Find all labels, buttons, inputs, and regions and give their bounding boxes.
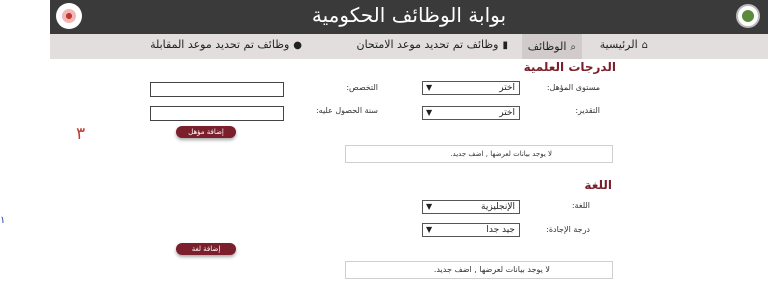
header-bar: بوابة الوظائف الحكومية [50, 0, 768, 34]
nav-interview-jobs[interactable]: ●وظائف تم تحديد موعد المقابلة [150, 38, 302, 51]
annotation-number-three: ٣ [76, 124, 86, 144]
nav-jobs[interactable]: ⌕الوظائف [521, 34, 582, 59]
nav-exam-jobs-label: وظائف تم تحديد موعد الامتحان [356, 38, 499, 51]
chevron-down-icon: ▼ [426, 225, 433, 234]
language-select[interactable]: ▼ الإنجليزية [422, 200, 520, 214]
language-empty-message: لا يوجد بيانات لعرضها , اضف جديد. [345, 261, 613, 279]
grade-select-value: اختر [499, 108, 515, 118]
year-label: سنة الحصول عليه: [315, 106, 378, 115]
main-nav: ⌂الرئيسية ⌕الوظائف ▮وظائف تم تحديد موعد … [50, 34, 768, 59]
add-qualification-button[interactable]: إضافة مؤهل [176, 126, 236, 138]
chevron-down-icon: ▼ [426, 108, 433, 117]
chevron-down-icon: ▼ [426, 202, 433, 211]
government-emblem-logo[interactable] [736, 4, 760, 28]
home-icon: ⌂ [641, 40, 648, 51]
nav-home-label: الرئيسية [599, 38, 638, 51]
proficiency-select[interactable]: ▼ جيد جدا [422, 223, 520, 237]
nav-interview-jobs-label: وظائف تم تحديد موعد المقابلة [150, 38, 290, 51]
annotation-number-one: ١ [0, 215, 6, 226]
grade-label: التقدير: [575, 106, 600, 115]
proficiency-label: درجة الإجادة: [546, 225, 590, 234]
language-label: اللغة: [571, 201, 590, 210]
nav-exam-jobs[interactable]: ▮وظائف تم تحديد موعد الامتحان [356, 38, 508, 51]
qualification-select[interactable]: ▼ اختر [422, 81, 520, 95]
year-input[interactable] [150, 106, 284, 121]
proficiency-select-value: جيد جدا [486, 225, 515, 235]
nav-jobs-label: الوظائف [527, 40, 567, 53]
specialization-label: التخصص: [346, 83, 378, 92]
search-icon: ⌕ [570, 42, 576, 53]
add-language-button[interactable]: إضافة لغة [176, 243, 236, 255]
specialization-input[interactable] [150, 82, 284, 97]
language-select-value: الإنجليزية [481, 202, 515, 212]
qualification-label: مستوى المؤهل: [546, 83, 600, 92]
grade-select[interactable]: ▼ اختر [422, 106, 520, 120]
language-section-title: اللغة [584, 178, 612, 192]
qualification-select-value: اختر [499, 83, 515, 93]
chevron-down-icon: ▼ [426, 83, 433, 92]
nav-home[interactable]: ⌂الرئيسية [600, 38, 648, 51]
degrees-empty-message: لا يوجد بيانات لعرضها , اضف جديد. [345, 145, 613, 163]
user-icon: ● [293, 40, 302, 51]
degrees-section-title: الدرجات العلمية [523, 60, 616, 74]
page-title: بوابة الوظائف الحكومية [311, 3, 507, 27]
file-icon: ▮ [502, 40, 508, 51]
